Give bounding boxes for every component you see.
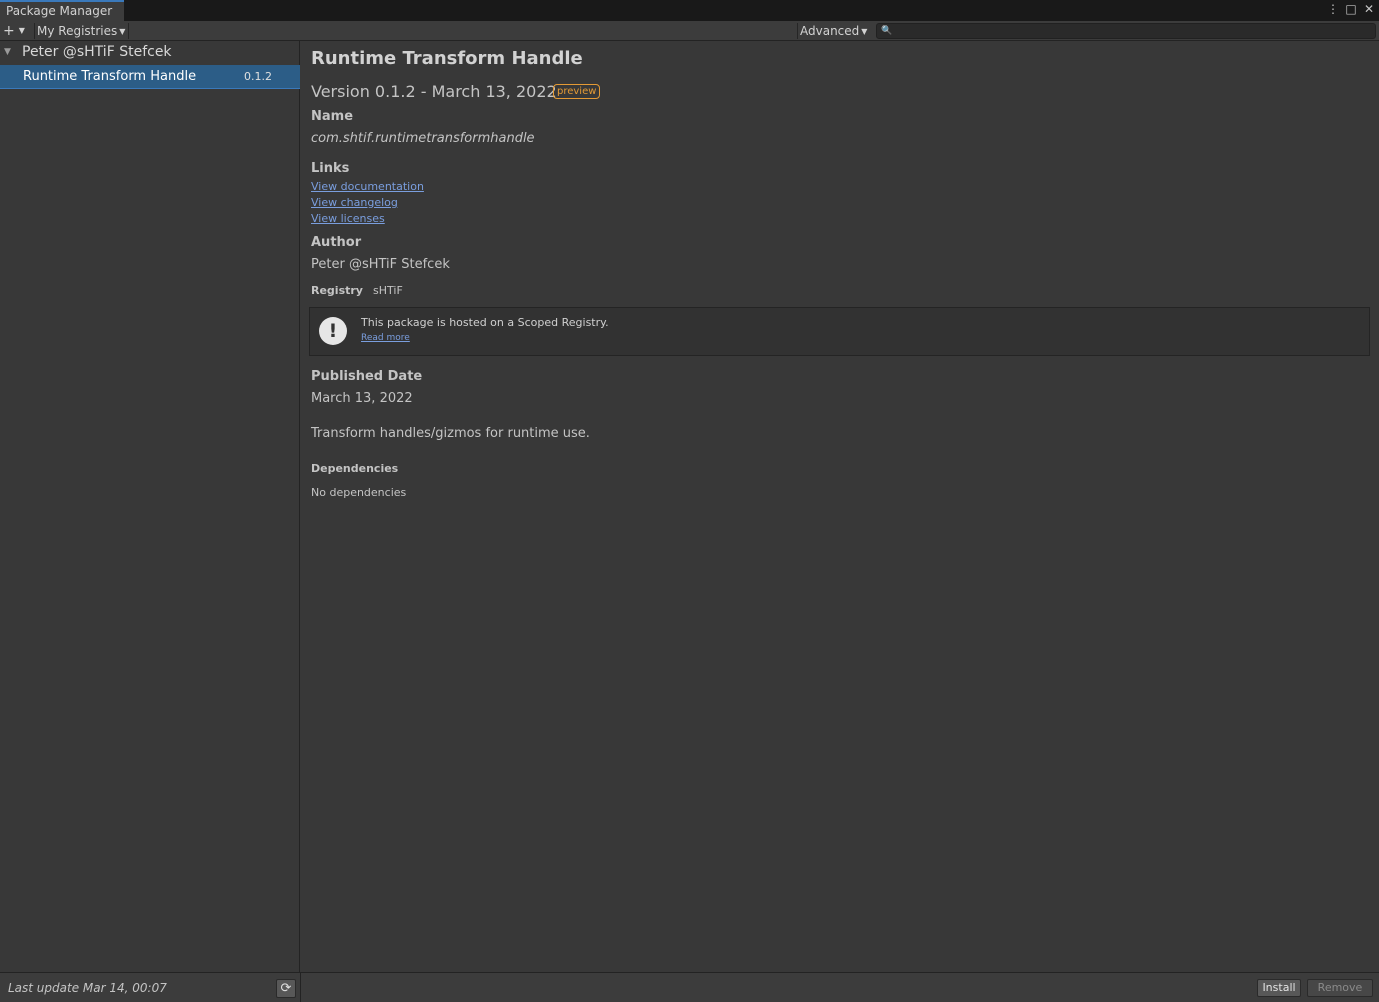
registry-value: sHTiF [373,284,403,297]
expand-triangle-icon[interactable]: ▼ [4,47,11,57]
package-name: Runtime Transform Handle [23,69,197,84]
view-licenses-link[interactable]: View licenses [311,212,385,225]
version-line: Version 0.1.2 - March 13, 2022 [311,82,557,101]
package-title: Runtime Transform Handle [311,48,583,69]
view-documentation-link[interactable]: View documentation [311,180,424,193]
registries-dropdown[interactable]: My Registries ▼ [37,22,125,40]
toolbar-divider [128,23,129,39]
kebab-menu-icon[interactable]: ⋮ [1327,2,1339,17]
read-more-link[interactable]: Read more [361,333,410,343]
registry-label: Registry [311,284,363,297]
warning-icon: ! [319,317,347,345]
refresh-button[interactable]: ⟳ [276,979,296,998]
install-button[interactable]: Install [1257,979,1301,997]
scoped-registry-info-box: ! This package is hosted on a Scoped Reg… [309,307,1370,356]
close-icon[interactable]: ✕ [1363,2,1375,17]
published-date-label: Published Date [311,369,423,384]
chevron-down-icon: ▼ [119,27,126,36]
package-group-header[interactable]: ▼ Peter @sHTiF Stefcek [0,41,300,65]
published-date-value: March 13, 2022 [311,391,413,406]
add-package-button[interactable]: + ▼ [3,22,33,40]
toolbar: + ▼ My Registries ▼ Advanced ▼ 🔍 [0,21,1379,41]
name-label: Name [311,109,354,124]
remove-button[interactable]: Remove [1307,979,1373,997]
links-label: Links [311,161,350,176]
package-details: Runtime Transform Handle Version 0.1.2 -… [301,41,1379,972]
author-value: Peter @sHTiF Stefcek [311,257,450,272]
preview-badge: preview [553,84,601,99]
advanced-dropdown[interactable]: Advanced ▼ [800,22,867,40]
toolbar-divider [797,23,798,39]
toolbar-divider [34,23,35,39]
package-version: 0.1.2 [244,70,272,83]
chevron-down-icon: ▼ [861,27,868,36]
list-footer: Last update Mar 14, 00:07 ⟳ [0,972,301,1002]
dependencies-value: No dependencies [311,486,407,499]
window-title: Package Manager [6,4,113,18]
view-changelog-link[interactable]: View changelog [311,196,398,209]
last-update-text: Last update Mar 14, 00:07 [8,981,167,995]
refresh-icon: ⟳ [280,981,292,996]
dependencies-label: Dependencies [311,462,399,475]
name-value: com.shtif.runtimetransformhandle [311,131,535,146]
search-icon: 🔍 [881,26,893,36]
maximize-icon[interactable]: □ [1345,2,1357,17]
package-description: Transform handles/gizmos for runtime use… [311,426,590,441]
author-label: Author [311,235,362,250]
package-list-item[interactable]: Runtime Transform Handle 0.1.2 [0,65,300,89]
window-controls: ⋮ □ ✕ [1327,2,1375,17]
chevron-down-icon: ▼ [18,26,25,35]
package-list: ▼ Peter @sHTiF Stefcek Runtime Transform… [0,41,300,972]
info-message: This package is hosted on a Scoped Regis… [361,316,609,329]
details-footer: Install Remove [301,972,1379,1002]
search-input[interactable]: 🔍 [876,23,1376,39]
window-tab[interactable]: Package Manager [0,0,124,21]
package-group-label: Peter @sHTiF Stefcek [22,44,172,60]
title-bar: Package Manager ⋮ □ ✕ [0,0,1379,21]
